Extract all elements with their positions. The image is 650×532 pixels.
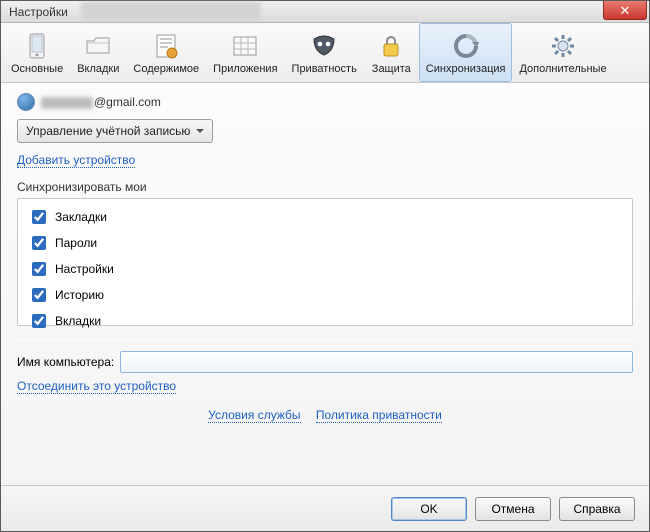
account-name-redacted xyxy=(41,97,93,109)
tab-label: Дополнительные xyxy=(519,63,606,75)
dialog-footer: OK Отмена Справка xyxy=(1,485,649,531)
titlebar-smudge xyxy=(81,2,261,22)
tab-general[interactable]: Основные xyxy=(4,23,70,82)
tab-tabs[interactable]: Вкладки xyxy=(70,23,126,82)
tab-label: Синхронизация xyxy=(426,63,506,75)
manage-account-label: Управление учётной записью xyxy=(26,124,190,138)
tab-advanced[interactable]: Дополнительные xyxy=(512,23,613,82)
tab-label: Вкладки xyxy=(77,63,119,75)
tab-privacy[interactable]: Приватность xyxy=(285,23,364,82)
ok-label: OK xyxy=(420,502,437,516)
ok-button[interactable]: OK xyxy=(391,497,467,521)
sync-item-label: Вкладки xyxy=(55,314,101,328)
settings-window: Настройки ✕ Основные Вкладки Содержимое xyxy=(0,0,650,532)
account-email-domain: @gmail.com xyxy=(94,95,161,109)
gear-icon xyxy=(549,32,577,60)
sync-checkbox[interactable] xyxy=(32,288,46,302)
help-label: Справка xyxy=(573,502,620,516)
sync-section-label: Синхронизировать мои xyxy=(17,180,633,194)
account-email: @gmail.com xyxy=(41,95,161,109)
lock-icon xyxy=(377,32,405,60)
phone-icon xyxy=(23,32,51,60)
sync-panel: @gmail.com Управление учётной записью До… xyxy=(1,83,649,485)
folder-icon xyxy=(84,32,112,60)
tab-label: Защита xyxy=(372,63,411,75)
document-icon xyxy=(152,32,180,60)
unlink-device-link[interactable]: Отсоединить это устройство xyxy=(17,379,176,394)
grid-icon xyxy=(231,32,259,60)
sync-item-bookmarks[interactable]: Закладки xyxy=(28,207,622,227)
account-row: @gmail.com xyxy=(17,93,633,111)
sync-checkbox[interactable] xyxy=(32,262,46,276)
tab-security[interactable]: Защита xyxy=(364,23,419,82)
legal-links: Условия службы Политика приватности xyxy=(17,408,633,422)
mask-icon xyxy=(310,32,338,60)
cancel-button[interactable]: Отмена xyxy=(475,497,551,521)
computer-name-label: Имя компьютера: xyxy=(17,355,114,369)
tab-label: Содержимое xyxy=(133,63,199,75)
close-icon: ✕ xyxy=(620,4,631,17)
titlebar[interactable]: Настройки ✕ xyxy=(1,1,649,23)
sync-item-tabs[interactable]: Вкладки xyxy=(28,311,622,331)
sync-item-label: Настройки xyxy=(55,262,114,276)
tab-sync[interactable]: Синхронизация xyxy=(419,23,513,82)
category-toolbar: Основные Вкладки Содержимое Приложения П… xyxy=(1,23,649,83)
window-title: Настройки xyxy=(9,5,68,19)
divider xyxy=(17,340,633,341)
tab-content[interactable]: Содержимое xyxy=(126,23,206,82)
sync-icon xyxy=(452,32,480,60)
computer-name-input[interactable] xyxy=(120,351,633,373)
avatar xyxy=(17,93,35,111)
chevron-down-icon xyxy=(196,129,204,133)
sync-item-history[interactable]: Историю xyxy=(28,285,622,305)
sync-item-settings[interactable]: Настройки xyxy=(28,259,622,279)
cancel-label: Отмена xyxy=(491,502,534,516)
sync-item-label: Историю xyxy=(55,288,104,302)
sync-checkbox[interactable] xyxy=(32,314,46,328)
tos-link[interactable]: Условия службы xyxy=(208,408,300,423)
window-close-button[interactable]: ✕ xyxy=(603,1,647,20)
tab-label: Приложения xyxy=(213,63,277,75)
sync-item-passwords[interactable]: Пароли xyxy=(28,233,622,253)
help-button[interactable]: Справка xyxy=(559,497,635,521)
sync-item-label: Закладки xyxy=(55,210,107,224)
tab-label: Приватность xyxy=(292,63,357,75)
privacy-link[interactable]: Политика приватности xyxy=(316,408,442,423)
sync-item-label: Пароли xyxy=(55,236,97,250)
manage-account-button[interactable]: Управление учётной записью xyxy=(17,119,213,143)
tab-apps[interactable]: Приложения xyxy=(206,23,284,82)
tab-label: Основные xyxy=(11,63,63,75)
sync-items-box: Закладки Пароли Настройки Историю Вкладк… xyxy=(17,198,633,326)
computer-name-row: Имя компьютера: xyxy=(17,351,633,373)
sync-checkbox[interactable] xyxy=(32,236,46,250)
add-device-link[interactable]: Добавить устройство xyxy=(17,153,135,168)
sync-checkbox[interactable] xyxy=(32,210,46,224)
